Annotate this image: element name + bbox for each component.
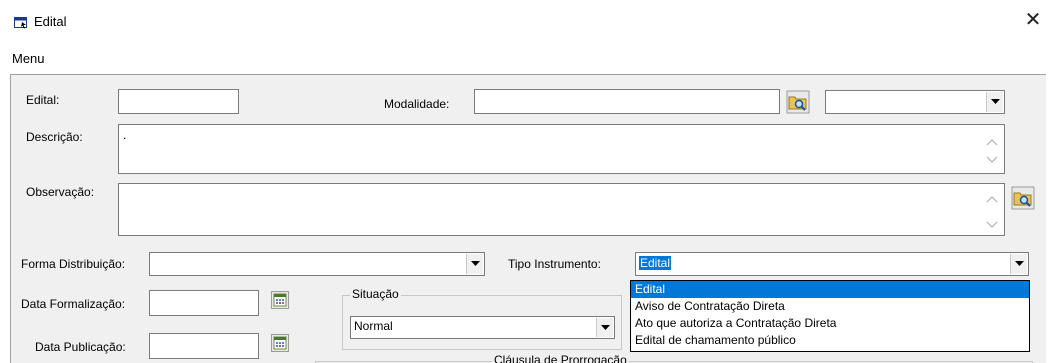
- descricao-text: .: [123, 128, 127, 142]
- data-formalizacao-field[interactable]: [149, 290, 259, 316]
- clausula-group-title: Cláusula de Prorrogação: [492, 353, 629, 363]
- tipo-instrumento-dropdown[interactable]: Edital Aviso de Contratação Direta Ato q…: [630, 280, 1030, 352]
- descricao-label: Descrição:: [26, 130, 83, 144]
- tipo-instrumento-label: Tipo Instrumento:: [508, 257, 601, 271]
- edital-label: Edital:: [26, 93, 60, 107]
- close-button[interactable]: ✕: [1022, 10, 1044, 32]
- forma-distribuicao-combo[interactable]: [149, 252, 485, 276]
- scroll-up-icon[interactable]: [986, 137, 998, 147]
- dropdown-option-ato[interactable]: Ato que autoriza a Contratação Direta: [631, 315, 1029, 332]
- situacao-value: Normal: [354, 319, 393, 333]
- calendar-icon[interactable]: [271, 291, 289, 309]
- data-formalizacao-label: Data Formalização:: [21, 297, 126, 311]
- situacao-group-title: Situação: [350, 287, 401, 301]
- dropdown-option-chamamento[interactable]: Edital de chamamento público: [631, 332, 1029, 349]
- observacao-label: Observação:: [26, 185, 95, 199]
- edital-input[interactable]: [119, 90, 238, 113]
- tipo-instrumento-combo[interactable]: Edital: [635, 252, 1029, 276]
- data-formalizacao-input[interactable]: [150, 291, 258, 315]
- forma-distribuicao-label: Forma Distribuição:: [21, 257, 126, 271]
- modalidade-combo[interactable]: [825, 90, 1005, 114]
- window-icon: [14, 17, 27, 29]
- tipo-instrumento-value: Edital: [639, 256, 672, 270]
- modalidade-field[interactable]: [474, 89, 780, 114]
- title-bar: Edital ✕: [0, 0, 1050, 44]
- edital-field[interactable]: [118, 89, 239, 114]
- scroll-down-icon[interactable]: [986, 220, 998, 230]
- data-publicacao-field[interactable]: [149, 333, 259, 359]
- dropdown-option-edital[interactable]: Edital: [631, 281, 1029, 298]
- chevron-down-icon[interactable]: [466, 254, 483, 274]
- menu-bar: Menu: [0, 44, 1050, 70]
- search-folder-icon[interactable]: [1011, 186, 1035, 210]
- scroll-up-icon[interactable]: [986, 194, 998, 204]
- situacao-combo[interactable]: Normal: [350, 316, 615, 339]
- calendar-icon[interactable]: [271, 334, 289, 352]
- chevron-down-icon[interactable]: [986, 92, 1003, 112]
- data-publicacao-input[interactable]: [150, 334, 258, 358]
- data-publicacao-label: Data Publicação:: [35, 340, 126, 354]
- window-title: Edital: [34, 14, 67, 29]
- search-folder-icon[interactable]: [786, 90, 810, 114]
- modalidade-input[interactable]: [475, 90, 779, 113]
- chevron-down-icon[interactable]: [596, 318, 613, 337]
- descricao-textarea[interactable]: .: [118, 124, 1005, 174]
- modalidade-label: Modalidade:: [384, 97, 450, 111]
- chevron-down-icon[interactable]: [1010, 254, 1027, 274]
- dropdown-option-aviso[interactable]: Aviso de Contratação Direta: [631, 298, 1029, 315]
- menu-item-menu[interactable]: Menu: [12, 51, 45, 66]
- scroll-down-icon[interactable]: [986, 155, 998, 165]
- observacao-textarea[interactable]: [118, 183, 1005, 236]
